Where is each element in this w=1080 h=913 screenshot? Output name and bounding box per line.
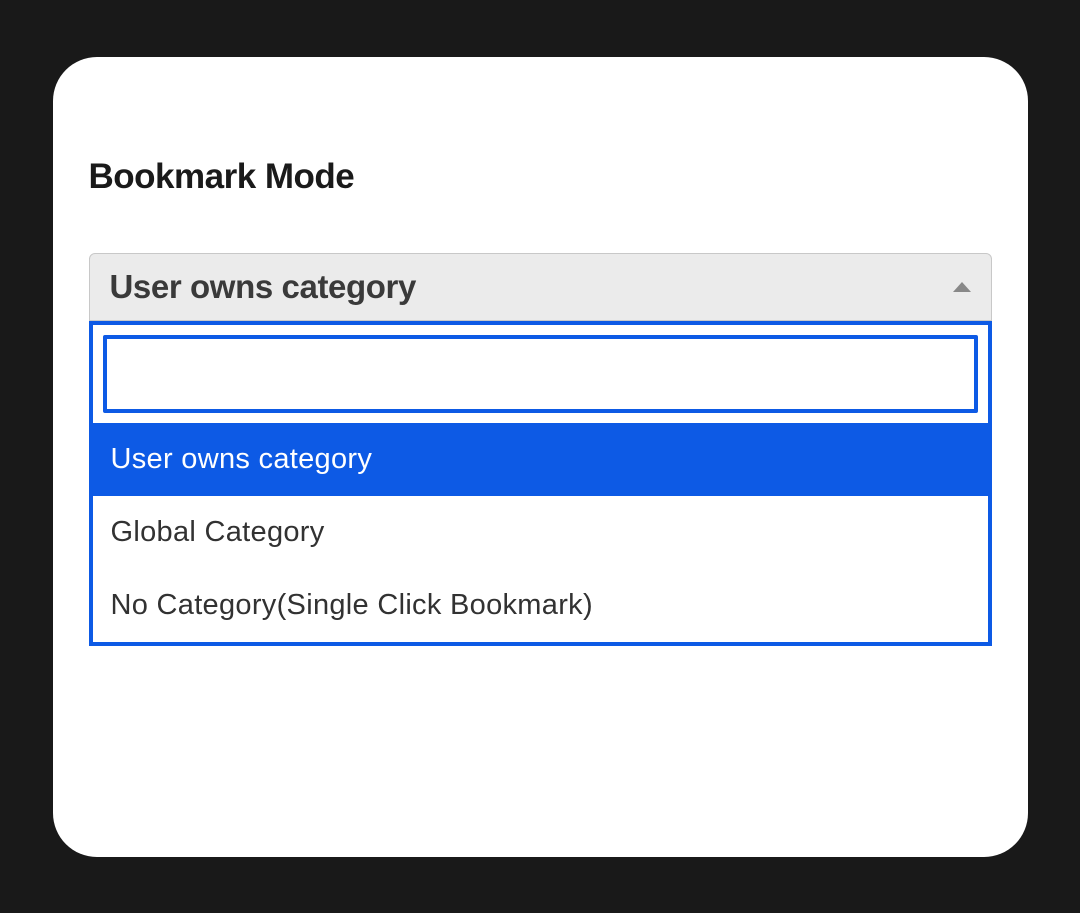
- search-box-wrap: [93, 325, 988, 423]
- option-label: User owns category: [111, 443, 373, 475]
- dropdown-panel: User owns category Global Category No Ca…: [89, 321, 992, 646]
- option-label: Global Category: [111, 516, 325, 548]
- select-trigger[interactable]: User owns category: [89, 253, 992, 321]
- select-current-value: User owns category: [110, 268, 416, 306]
- option-no-category[interactable]: No Category(Single Click Bookmark): [93, 569, 988, 642]
- bookmark-mode-select: User owns category User owns category Gl…: [89, 253, 992, 646]
- settings-card: Bookmark Mode User owns category User ow…: [53, 57, 1028, 857]
- option-user-owns-category[interactable]: User owns category: [93, 423, 988, 496]
- section-title: Bookmark Mode: [89, 157, 992, 197]
- option-label: No Category(Single Click Bookmark): [111, 589, 593, 621]
- chevron-up-icon: [953, 282, 971, 292]
- card-inner: Bookmark Mode User owns category User ow…: [65, 157, 1016, 646]
- option-global-category[interactable]: Global Category: [93, 496, 988, 569]
- dropdown-search-input[interactable]: [103, 335, 978, 413]
